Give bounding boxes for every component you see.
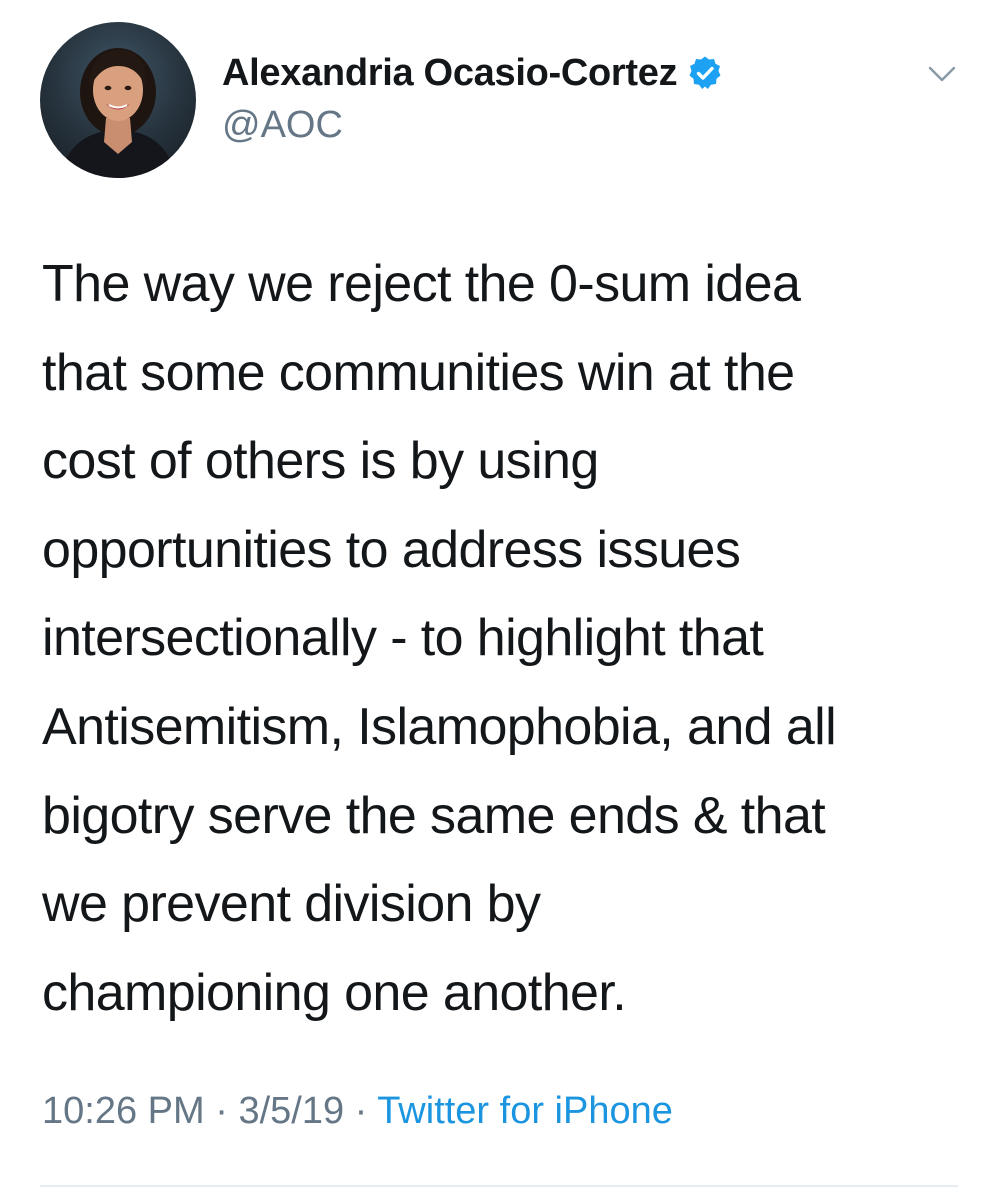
author-name-row: Alexandria Ocasio-Cortez <box>222 46 723 100</box>
meta-separator: · <box>215 1090 228 1132</box>
tweet-source-link[interactable]: Twitter for iPhone <box>377 1090 673 1132</box>
author-handle[interactable]: @AOC <box>222 104 343 147</box>
tweet-text-line: The way we reject the 0-sum idea <box>42 255 801 313</box>
tweet-text-line: bigotry serve the same ends & that <box>42 786 826 845</box>
meta-separator: · <box>354 1090 368 1132</box>
tweet-text: The way we reject the 0-sum idea that so… <box>42 240 962 1037</box>
chevron-down-icon[interactable] <box>922 58 962 90</box>
tweet-text-line: we prevent division by <box>42 875 541 934</box>
tweet-date[interactable]: 3/5/19 <box>238 1090 344 1132</box>
tweet-text-line: intersectionally - to highlight that <box>42 609 764 668</box>
tweet-text-line: cost of others is by using <box>42 432 599 491</box>
tweet-card: Alexandria Ocasio-Cortez @AOC The way we… <box>0 0 996 1200</box>
avatar-photo <box>60 48 176 178</box>
tweet-text-line: opportunities to address issues <box>42 520 741 579</box>
verified-badge-icon <box>687 55 723 91</box>
tweet-text-line: championing one another. <box>42 963 627 1022</box>
avatar[interactable] <box>40 22 196 178</box>
author-display-name[interactable]: Alexandria Ocasio-Cortez <box>222 52 678 95</box>
tweet-text-line: that some communities win at the <box>42 343 795 402</box>
tweet-text-line: Antisemitism, Islamophobia, and all <box>42 697 837 756</box>
tweet-time[interactable]: 10:26 PM <box>42 1090 205 1132</box>
divider <box>40 1185 958 1187</box>
tweet-meta: 10:26 PM · 3/5/19 · Twitter for iPhone <box>42 1090 673 1133</box>
